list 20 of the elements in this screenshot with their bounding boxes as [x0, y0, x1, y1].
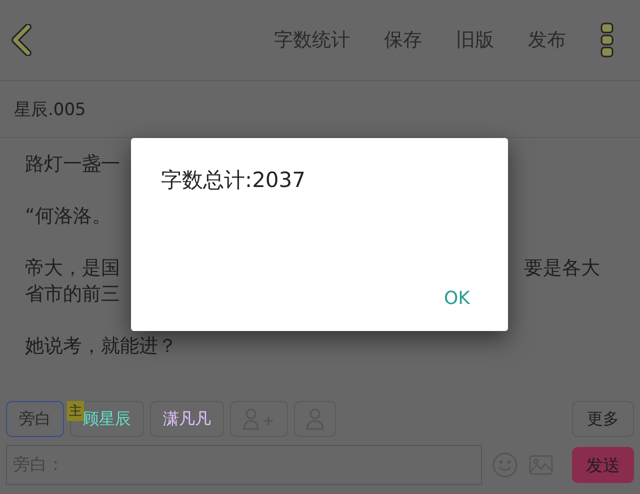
story-text: 她说考，就能进？ — [25, 334, 177, 358]
back-icon[interactable] — [10, 24, 34, 56]
toolbar-action[interactable]: 发布 — [528, 27, 566, 53]
chapter-title: 星辰.005 — [14, 98, 86, 120]
toolbar-action[interactable]: 字数统计 — [274, 27, 350, 53]
more-button[interactable]: 更多 — [572, 401, 634, 437]
send-button[interactable]: 发送 — [572, 447, 634, 483]
role-chip[interactable]: 潇凡凡 — [150, 401, 224, 437]
ok-button[interactable]: OK — [434, 284, 480, 313]
role-chip[interactable]: 旁白 — [6, 401, 64, 437]
dialog-message: 字数总计:2037 — [161, 167, 307, 194]
story-text: 要是各大 — [524, 256, 600, 280]
more-menu-icon[interactable] — [600, 22, 614, 58]
story-text: 路灯一盏一 — [25, 152, 120, 176]
toolbar-action[interactable]: 保存 — [384, 27, 422, 53]
story-text: “何洛洛。 — [25, 204, 111, 228]
toolbar-action[interactable]: 旧版 — [456, 27, 494, 53]
story-text: 省市的前三 — [25, 282, 120, 306]
lead-badge: 主 — [67, 401, 84, 421]
story-text: 帝大，是国 — [25, 256, 120, 280]
